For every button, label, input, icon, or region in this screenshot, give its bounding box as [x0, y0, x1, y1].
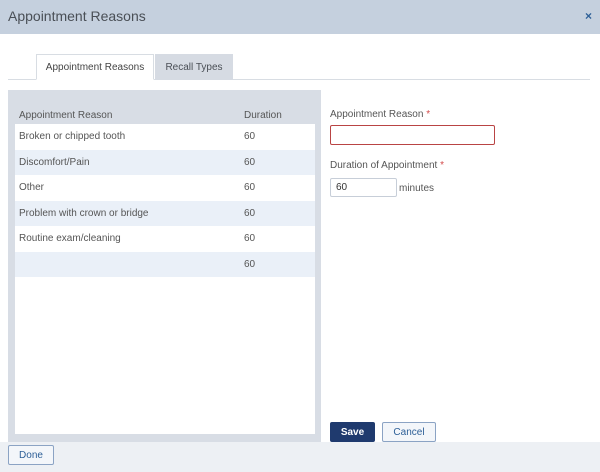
appointment-reason-label: Appointment Reason * [330, 109, 431, 120]
table-row[interactable]: Broken or chipped tooth 60 [15, 124, 315, 150]
row-duration: 60 [244, 156, 256, 168]
dialog-title: Appointment Reasons [8, 8, 146, 24]
row-duration: 60 [244, 182, 256, 193]
header-duration: Duration [244, 110, 282, 121]
duration-input[interactable] [330, 178, 397, 197]
row-reason: Problem with crown or bridge [19, 207, 149, 219]
tab-recall-types[interactable]: Recall Types [155, 54, 233, 80]
row-reason: Discomfort/Pain [19, 156, 90, 168]
cancel-button[interactable]: Cancel [382, 422, 436, 442]
table-row[interactable]: Discomfort/Pain 60 [15, 149, 315, 175]
row-duration: 60 [244, 131, 256, 142]
table-row[interactable]: Problem with crown or bridge 60 [15, 200, 315, 226]
row-duration: 60 [244, 233, 256, 244]
row-reason: Routine exam/cleaning [19, 233, 121, 244]
table-row[interactable]: Other 60 [15, 175, 315, 201]
dialog-footer [0, 442, 600, 472]
tab-bar: Appointment Reasons Recall Types [8, 54, 590, 80]
done-button[interactable]: Done [8, 445, 54, 465]
table-row[interactable]: Routine exam/cleaning 60 [15, 226, 315, 252]
row-duration: 60 [244, 207, 256, 219]
appointment-reason-input[interactable] [330, 125, 495, 145]
required-asterisk: * [440, 160, 444, 171]
row-reason: Other [19, 182, 45, 193]
required-asterisk: * [426, 109, 431, 120]
appointment-reasons-table: Appointment Reason Duration Broken or ch… [8, 90, 321, 442]
table-body: Broken or chipped tooth 60 Discomfort/Pa… [15, 124, 315, 434]
duration-label: Duration of Appointment * [330, 160, 444, 171]
row-duration: 60 [244, 258, 256, 270]
tab-appointment-reasons[interactable]: Appointment Reasons [36, 54, 154, 80]
dialog-titlebar: Appointment Reasons × [0, 0, 600, 34]
header-appointment-reason: Appointment Reason [19, 110, 113, 121]
close-icon[interactable]: × [585, 9, 592, 23]
minutes-label: minutes [399, 183, 435, 194]
save-button[interactable]: Save [330, 422, 375, 442]
row-reason: Broken or chipped tooth [19, 131, 126, 142]
table-row[interactable]: 60 [15, 251, 315, 277]
